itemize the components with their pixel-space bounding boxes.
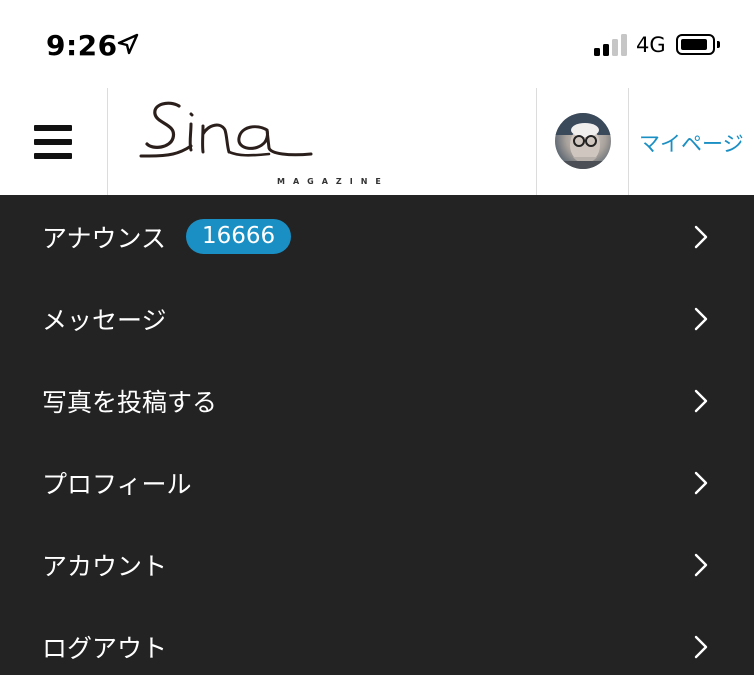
menu-item-account[interactable]: アカウント [0, 523, 754, 605]
avatar-button[interactable] [537, 88, 629, 195]
menu-item-post-photo[interactable]: 写真を投稿する [0, 359, 754, 441]
network-type: 4G [636, 33, 666, 57]
menu-item-messages[interactable]: メッセージ [0, 277, 754, 359]
menu-item-label: アカウント [42, 552, 168, 581]
location-arrow-icon [117, 33, 139, 55]
menu-item-label: メッセージ [42, 306, 167, 335]
site-header: MAGAZINE マイページ [0, 88, 754, 195]
avatar [555, 113, 611, 169]
chevron-right-icon [694, 225, 708, 249]
menu-item-label: 写真を投稿する [42, 388, 218, 417]
announcement-count-badge: 16666 [186, 219, 292, 254]
logo-subtitle: MAGAZINE [277, 177, 389, 186]
cellular-signal-icon [594, 34, 630, 56]
chevron-right-icon [694, 471, 708, 495]
account-menu: アナウンス 16666 メッセージ 写真を投稿する プロフィール アカウント ロ… [0, 195, 754, 675]
menu-item-label: プロフィール [42, 470, 192, 499]
chevron-right-icon [694, 389, 708, 413]
site-logo[interactable]: MAGAZINE [109, 88, 537, 195]
chevron-right-icon [694, 553, 708, 577]
logo-wordmark [139, 101, 313, 158]
menu-item-label: ログアウト [42, 634, 168, 663]
mypage-link[interactable]: マイページ [639, 128, 744, 158]
menu-item-announcements[interactable]: アナウンス 16666 [0, 195, 754, 277]
menu-item-logout[interactable]: ログアウト [0, 605, 754, 675]
chevron-right-icon [694, 635, 708, 659]
chevron-right-icon [694, 307, 708, 331]
status-bar: 9:26 4G [0, 0, 754, 88]
status-time: 9:26 [46, 29, 118, 62]
battery-icon [676, 34, 720, 55]
hamburger-menu-icon[interactable] [0, 88, 108, 195]
menu-item-label: アナウンス [42, 224, 167, 253]
avatar-photo [555, 113, 611, 169]
menu-item-profile[interactable]: プロフィール [0, 441, 754, 523]
